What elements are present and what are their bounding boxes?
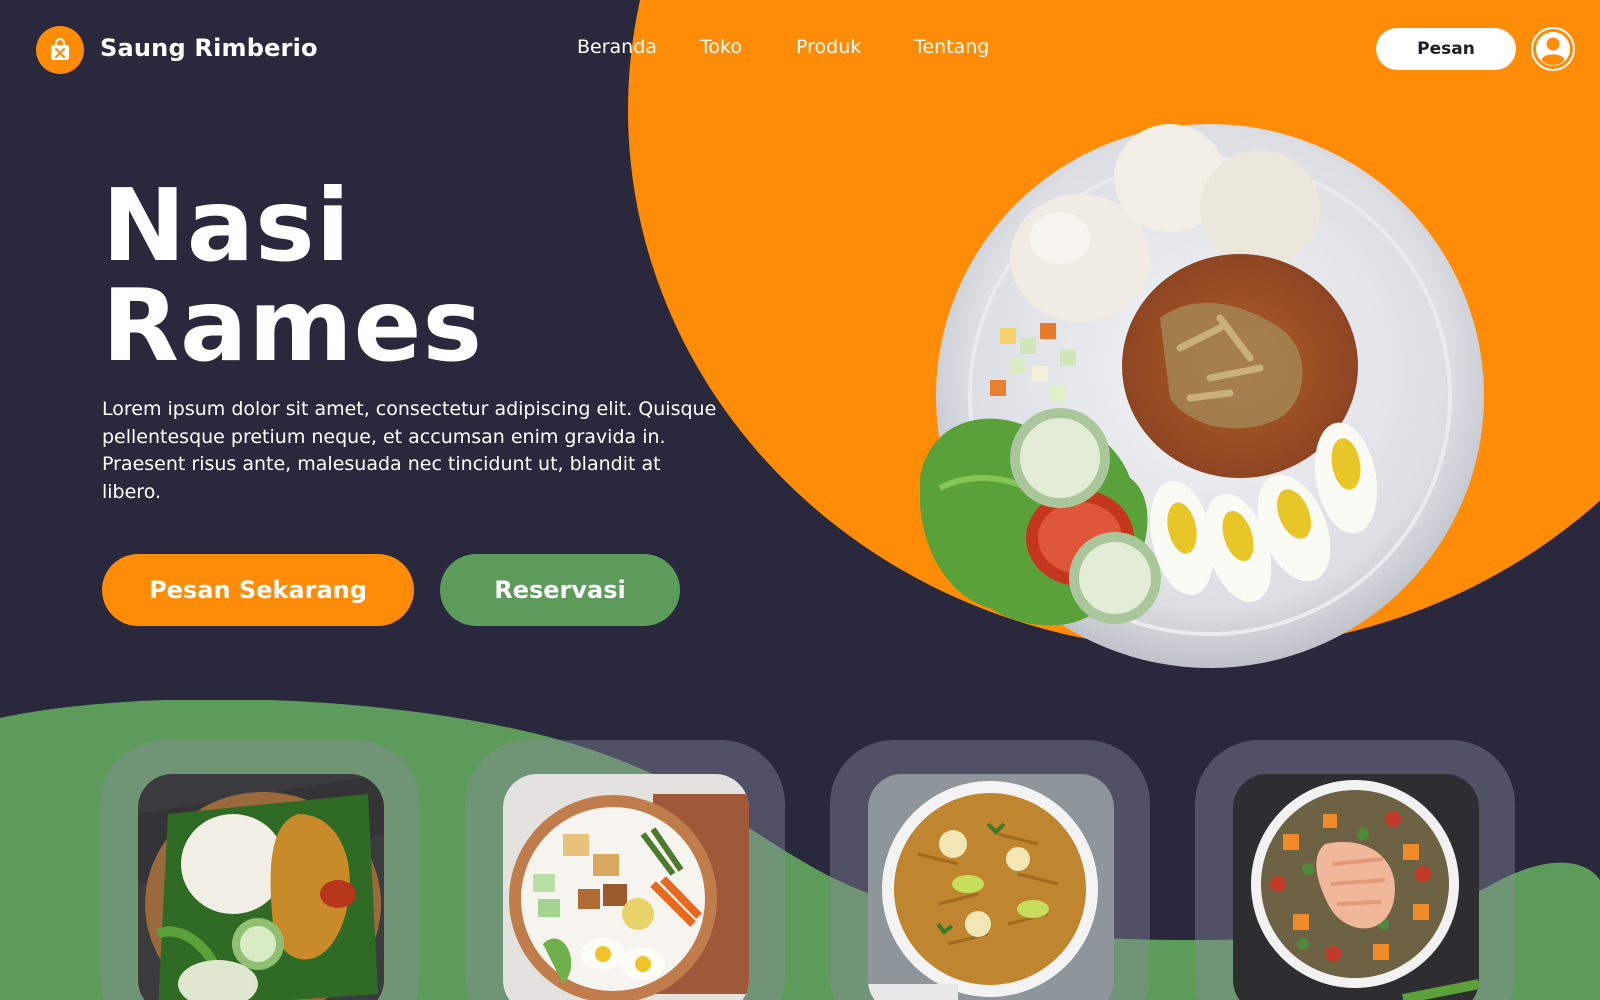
reservation-button[interactable]: Reservasi: [440, 554, 680, 626]
hero-description: Lorem ipsum dolor sit amet, consectetur …: [102, 398, 717, 503]
gado-gado-bowl-photo: [503, 774, 749, 1000]
brand-logo[interactable]: [36, 26, 84, 74]
hero-title-line-2: Rames: [102, 267, 484, 384]
food-card-4[interactable]: [1195, 740, 1515, 1000]
nasi-rames-plate-photo: [920, 124, 1484, 668]
hero-title-line-1: Nasi: [102, 167, 351, 284]
hero-title: Nasi Rames: [102, 176, 483, 376]
salmon-salad-bowl-photo: [1233, 774, 1479, 1000]
user-icon[interactable]: [1531, 27, 1575, 71]
nav-tentang[interactable]: Tentang: [914, 36, 989, 58]
nav-toko[interactable]: Toko: [700, 36, 742, 58]
nasi-ayam-banana-leaf-photo: [138, 774, 384, 1000]
nav-produk[interactable]: Produk: [796, 36, 861, 58]
brand-name[interactable]: Saung Rimberio: [100, 34, 318, 62]
food-card-1[interactable]: [100, 740, 420, 1000]
nav-beranda[interactable]: Beranda: [577, 36, 657, 58]
food-card-2[interactable]: [465, 740, 785, 1000]
landing-page: Saung Rimberio Beranda Toko Produk Tenta…: [0, 0, 1600, 1000]
nasi-goreng-bowl-photo: [868, 774, 1114, 1000]
food-card-3[interactable]: [830, 740, 1150, 1000]
shopping-bag-utensils-icon: [51, 38, 69, 60]
header-order-button[interactable]: Pesan: [1376, 28, 1516, 70]
order-now-button[interactable]: Pesan Sekarang: [102, 554, 414, 626]
